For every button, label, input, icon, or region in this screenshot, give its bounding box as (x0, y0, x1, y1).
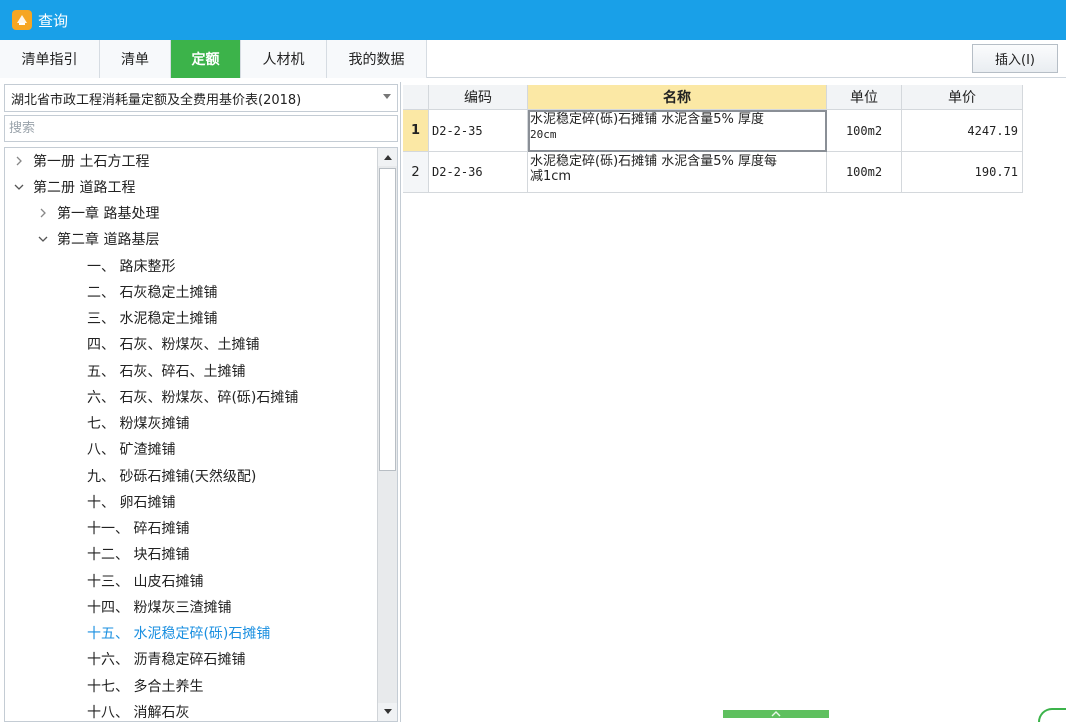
tree-item-section[interactable]: 三、 水泥稳定土摊铺 (87, 305, 217, 331)
tree-item-section[interactable]: 十八、 消解石灰 (87, 699, 189, 721)
tree-item-section[interactable]: 八、 矿渣摊铺 (87, 436, 175, 462)
quota-name-text: 水泥稳定碎(砾)石摊铺 水泥含量5% 厚度 (530, 112, 765, 127)
quota-code-cell[interactable]: D2-2-35 (429, 110, 528, 152)
scroll-thumb[interactable] (379, 168, 396, 471)
reference-library-select[interactable]: 湖北省市政工程消耗量定额及全费用基价表(2018) (4, 84, 398, 112)
tree-item-section[interactable]: 十三、 山皮石摊铺 (87, 568, 203, 594)
insert-button[interactable]: 插入(I) (972, 44, 1058, 73)
tab-quota[interactable]: 定额 (171, 40, 241, 78)
tree-item-label: 第二册 道路工程 (33, 180, 136, 196)
column-header-code[interactable]: 编码 (429, 85, 528, 110)
quota-name-cell[interactable]: 水泥稳定碎(砾)石摊铺 水泥含量5% 厚度 20cm (528, 110, 827, 152)
tree-item-section[interactable]: 九、 砂砾石摊铺(天然级配) (87, 463, 256, 489)
tree-item-section[interactable]: 五、 石灰、碎石、土摊铺 (87, 358, 245, 384)
tab-my-data[interactable]: 我的数据 (327, 40, 427, 78)
quota-code-cell[interactable]: D2-2-36 (429, 152, 528, 193)
reference-library-value: 湖北省市政工程消耗量定额及全费用基价表(2018) (11, 92, 302, 108)
chevron-right-icon[interactable] (13, 155, 25, 167)
tab-bill[interactable]: 清单 (100, 40, 171, 78)
tree-item-chapter-2[interactable]: 第二章 道路基层 (37, 226, 159, 252)
chevron-up-icon (771, 711, 781, 717)
row-number[interactable]: 1 (403, 110, 429, 152)
scroll-down-icon[interactable] (378, 703, 397, 721)
price-cell[interactable]: 4247.19 (902, 110, 1023, 152)
unit-cell[interactable]: 100m2 (827, 152, 902, 193)
tree-item-label: 第一册 土石方工程 (33, 154, 150, 170)
tree-item-section[interactable]: 十六、 沥青稳定碎石摊铺 (87, 646, 245, 672)
expand-panel-handle[interactable] (723, 710, 829, 718)
window-title: 查询 (38, 11, 69, 30)
tree-item-chapter-1[interactable]: 第一章 路基处理 (37, 200, 159, 226)
tree-scrollbar[interactable] (377, 148, 397, 721)
column-header-name[interactable]: 名称 (528, 85, 827, 110)
quota-tree: 第一册 土石方工程 第二册 道路工程 第一章 路基处理 第二章 道路基层 一、 … (4, 147, 398, 722)
tree-item-section-selected[interactable]: 十五、 水泥稳定碎(砾)石摊铺 (87, 620, 270, 646)
tree-item-section[interactable]: 二、 石灰稳定土摊铺 (87, 279, 217, 305)
header-corner (403, 85, 429, 110)
column-header-price[interactable]: 单价 (902, 85, 1023, 110)
chevron-down-icon[interactable] (13, 181, 25, 193)
quota-name-tail: 减1cm (530, 169, 572, 184)
tree-item-section[interactable]: 十七、 多合土养生 (87, 673, 203, 699)
tree-item-book-2[interactable]: 第二册 道路工程 (13, 174, 135, 200)
chevron-down-icon[interactable] (37, 233, 49, 245)
left-panel: 湖北省市政工程消耗量定额及全费用基价表(2018) 第一册 土石方工程 第二册 … (4, 82, 398, 722)
column-header-unit[interactable]: 单位 (827, 85, 902, 110)
corner-decoration (1038, 708, 1066, 722)
app-logo-icon (12, 10, 32, 30)
tree-item-section[interactable]: 十四、 粉煤灰三渣摊铺 (87, 594, 231, 620)
quota-name-cell[interactable]: 水泥稳定碎(砾)石摊铺 水泥含量5% 厚度每 减1cm (528, 152, 827, 193)
tree-item-section[interactable]: 四、 石灰、粉煤灰、土摊铺 (87, 331, 259, 357)
tree-item-section[interactable]: 六、 石灰、粉煤灰、碎(砾)石摊铺 (87, 384, 298, 410)
title-bar: 查询 (0, 0, 1066, 40)
chevron-down-icon (383, 94, 391, 99)
tab-labor-material-machine[interactable]: 人材机 (241, 40, 327, 78)
row-number[interactable]: 2 (403, 152, 429, 193)
quota-name-tail: 20cm (530, 128, 557, 141)
tree-item-label: 第一章 路基处理 (57, 206, 160, 222)
tab-bill-guide[interactable]: 清单指引 (0, 40, 100, 78)
chevron-right-icon[interactable] (37, 207, 49, 219)
tree-item-section[interactable]: 十一、 碎石摊铺 (87, 515, 189, 541)
results-panel: 编码 名称 单位 单价 1 D2-2-35 水泥稳定碎(砾)石摊铺 水泥含量5%… (400, 82, 1066, 722)
price-cell[interactable]: 190.71 (902, 152, 1023, 193)
tree-item-section[interactable]: 一、 路床整形 (87, 253, 175, 279)
tab-bar: 清单指引 清单 定额 人材机 我的数据 插入(I) (0, 40, 1066, 78)
query-window: 查询 清单指引 清单 定额 人材机 我的数据 插入(I) 湖北省市政工程消耗量定… (0, 0, 1066, 725)
quota-name-text: 水泥稳定碎(砾)石摊铺 水泥含量5% 厚度每 (530, 154, 778, 169)
tree-item-book-1[interactable]: 第一册 土石方工程 (13, 148, 149, 174)
search-input[interactable] (4, 115, 398, 142)
tree-item-section[interactable]: 十、 卵石摊铺 (87, 489, 175, 515)
tree-item-section[interactable]: 七、 粉煤灰摊铺 (87, 410, 189, 436)
tree-item-section[interactable]: 十二、 块石摊铺 (87, 541, 189, 567)
scroll-up-icon[interactable] (378, 148, 397, 166)
tree-item-label: 第二章 道路基层 (57, 232, 160, 248)
unit-cell[interactable]: 100m2 (827, 110, 902, 152)
